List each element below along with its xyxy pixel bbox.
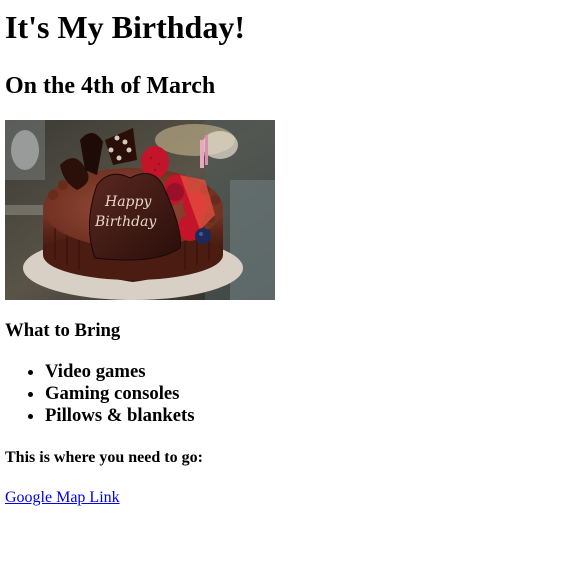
cake-text-birthday: Birthday <box>94 214 157 230</box>
directions-heading: This is where you need to go: <box>5 449 203 466</box>
bring-list: Video games Gaming consoles Pillows & bl… <box>5 361 565 427</box>
list-item: Pillows & blankets <box>45 405 565 427</box>
date-subtitle: On the 4th of March <box>5 73 216 99</box>
page-title: It's My Birthday! <box>5 9 245 45</box>
map-link-paragraph: Google Map Link <box>5 488 565 507</box>
birthday-cake-photo: Happy Birthday <box>5 120 275 300</box>
list-item: Video games <box>45 361 565 383</box>
page: It's My Birthday! On the 4th of March Ha… <box>0 9 570 507</box>
google-map-link[interactable]: Google Map Link <box>5 489 120 506</box>
list-item: Gaming consoles <box>45 383 565 405</box>
cake-text-happy: Happy <box>104 194 152 210</box>
what-to-bring-heading: What to Bring <box>5 320 121 341</box>
